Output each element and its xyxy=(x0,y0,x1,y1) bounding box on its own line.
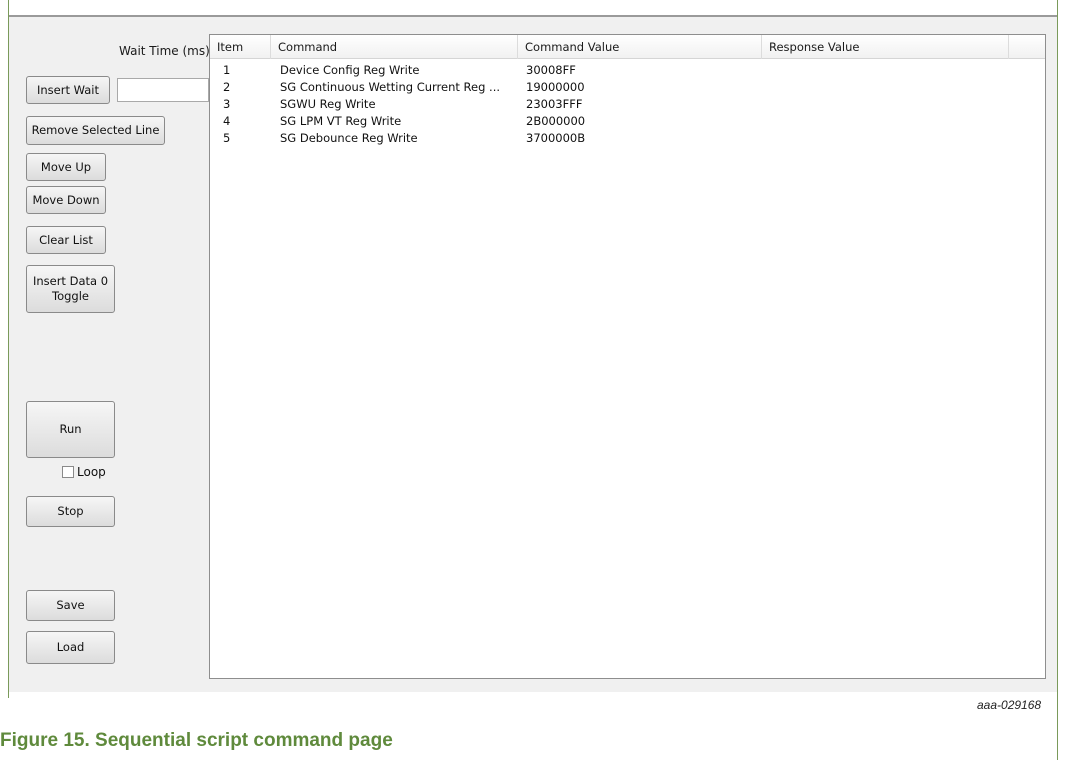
list-header: Item Command Command Value Response Valu… xyxy=(210,35,1045,59)
cell-item: 5 xyxy=(223,131,231,145)
stop-button[interactable]: Stop xyxy=(26,496,115,527)
command-list[interactable]: Item Command Command Value Response Valu… xyxy=(209,34,1046,679)
table-row[interactable]: 4 SG LPM VT Reg Write 2B000000 xyxy=(210,113,1045,129)
run-button[interactable]: Run xyxy=(26,401,115,458)
cell-item: 3 xyxy=(223,97,231,111)
table-row[interactable]: 2 SG Continuous Wetting Current Reg ... … xyxy=(210,79,1045,95)
figure-id: aaa-029168 xyxy=(977,698,1042,712)
cell-command: SG Continuous Wetting Current Reg ... xyxy=(280,80,501,94)
move-down-button[interactable]: Move Down xyxy=(26,186,106,214)
figure-caption: Figure 15. Sequential script command pag… xyxy=(0,730,393,751)
cell-command-value: 19000000 xyxy=(526,80,585,94)
cell-item: 1 xyxy=(223,63,231,77)
wait-time-label: Wait Time (ms) xyxy=(119,44,210,58)
load-button[interactable]: Load xyxy=(26,631,115,664)
cell-command: SG Debounce Reg Write xyxy=(280,131,418,145)
remove-selected-line-button[interactable]: Remove Selected Line xyxy=(26,116,165,145)
cell-command-value: 2B000000 xyxy=(526,114,586,128)
move-up-button[interactable]: Move Up xyxy=(26,153,106,181)
table-row[interactable]: 1 Device Config Reg Write 30008FF xyxy=(210,62,1045,78)
column-header-item[interactable]: Item xyxy=(210,35,271,59)
wait-time-input[interactable] xyxy=(117,78,209,102)
cell-command-value: 23003FFF xyxy=(526,97,583,111)
script-command-window: Wait Time (ms) Insert Wait Remove Select… xyxy=(9,15,1057,692)
cell-command-value: 30008FF xyxy=(526,63,576,77)
cell-command: SG LPM VT Reg Write xyxy=(280,114,402,128)
column-header-command-value[interactable]: Command Value xyxy=(518,35,762,59)
loop-checkbox[interactable] xyxy=(62,466,74,478)
cell-item: 2 xyxy=(223,80,231,94)
cell-command-value: 3700000B xyxy=(526,131,586,145)
cell-item: 4 xyxy=(223,114,231,128)
insert-wait-button[interactable]: Insert Wait xyxy=(26,76,110,104)
loop-label: Loop xyxy=(77,465,106,479)
loop-option[interactable]: Loop xyxy=(62,465,106,479)
figure-frame-right xyxy=(1057,0,1058,760)
insert-data-toggle-button[interactable]: Insert Data 0 Toggle xyxy=(26,265,115,313)
save-button[interactable]: Save xyxy=(26,590,115,621)
column-header-command[interactable]: Command xyxy=(271,35,518,59)
table-row[interactable]: 3 SGWU Reg Write 23003FFF xyxy=(210,96,1045,112)
clear-list-button[interactable]: Clear List xyxy=(26,226,106,254)
cell-command: Device Config Reg Write xyxy=(280,63,420,77)
cell-command: SGWU Reg Write xyxy=(280,97,376,111)
column-header-response-value[interactable]: Response Value xyxy=(762,35,1009,59)
table-row[interactable]: 5 SG Debounce Reg Write 3700000B xyxy=(210,130,1045,146)
